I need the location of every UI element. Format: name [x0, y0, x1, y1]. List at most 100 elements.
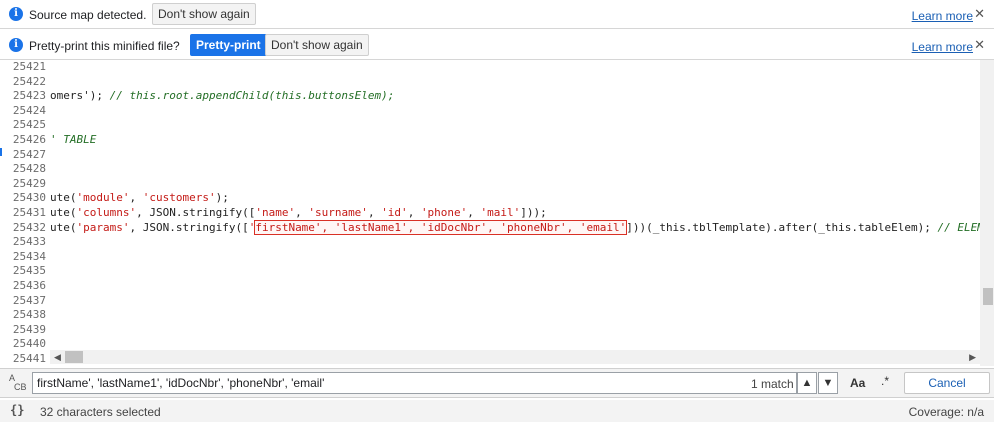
replace-toggle-icon[interactable]: A CB — [9, 374, 27, 392]
dont-show-again-button[interactable]: Don't show again — [265, 34, 369, 56]
line-number[interactable]: 25432 — [0, 221, 46, 236]
learn-more-link[interactable]: Learn more — [912, 9, 973, 23]
line-number[interactable]: 25428 — [0, 162, 46, 177]
line-number[interactable]: 25436 — [0, 279, 46, 294]
code-line[interactable]: 25433 — [0, 235, 980, 250]
code-line[interactable]: 25422 — [0, 75, 980, 90]
code-line[interactable]: 25439 — [0, 323, 980, 338]
scroll-left-icon[interactable]: ◀ — [54, 351, 61, 363]
line-number[interactable]: 25425 — [0, 118, 46, 133]
code-line[interactable]: 25432 ute('params', JSON.stringify(['firs… — [0, 219, 984, 236]
coverage-status: Coverage: n/a — [908, 405, 984, 419]
code-line[interactable]: 25426 ' TABLE — [0, 133, 980, 148]
code-line[interactable]: 25434 — [0, 250, 980, 265]
vertical-scrollbar[interactable] — [980, 60, 994, 366]
cancel-button[interactable]: Cancel — [904, 372, 990, 394]
line-number[interactable]: 25437 — [0, 294, 46, 309]
line-number[interactable]: 25441 — [0, 352, 46, 366]
code-token: , — [129, 191, 143, 205]
learn-more-link[interactable]: Learn more — [912, 40, 973, 54]
line-number[interactable]: 25433 — [0, 235, 46, 250]
code-text: ute('params', JSON.stringify(['firstName… — [50, 219, 984, 236]
match-count: 1 match — [751, 377, 794, 391]
regex-button[interactable]: .* — [881, 374, 889, 388]
close-icon[interactable]: ✕ — [974, 6, 985, 22]
search-input[interactable] — [32, 372, 797, 394]
line-number[interactable]: 25430 — [0, 191, 46, 206]
vertical-scroll-thumb[interactable] — [983, 288, 993, 305]
line-number[interactable]: 25423 — [0, 89, 46, 104]
line-number[interactable]: 25426 — [0, 133, 46, 148]
code-token: 'name' — [255, 206, 296, 219]
previous-match-button[interactable]: ▲ — [797, 372, 817, 394]
code-token: ])); — [520, 206, 547, 219]
line-number[interactable]: 25424 — [0, 104, 46, 119]
code-token: 'mail' — [480, 206, 521, 219]
code-token: , JSON.stringify([ — [129, 220, 249, 234]
code-text: omers'); // this.root.appendChild(this.b… — [50, 89, 394, 104]
source-map-message: Source map detected. — [29, 8, 147, 22]
code-token: 'phone' — [420, 206, 468, 219]
code-token: 'surname' — [308, 206, 368, 219]
next-match-button[interactable]: ▼ — [818, 372, 838, 394]
code-line[interactable]: 25423 omers'); // this.root.appendChild(t… — [0, 89, 980, 104]
code-line[interactable]: 25427 — [0, 148, 980, 163]
scroll-right-icon[interactable]: ▶ — [969, 351, 976, 363]
line-number[interactable]: 25427 — [0, 148, 46, 163]
code-line[interactable]: 25437 — [0, 294, 980, 309]
line-number[interactable]: 25431 — [0, 206, 46, 221]
search-match-highlight: firstName', 'lastName1', 'idDocNbr', 'ph… — [254, 219, 628, 235]
code-line[interactable]: 25428 — [0, 162, 980, 177]
horizontal-scrollbar[interactable]: ◀ ▶ — [50, 350, 980, 364]
line-number[interactable]: 25440 — [0, 337, 46, 352]
code-line[interactable]: 25431 ute('columns', JSON.stringify(['nam… — [0, 206, 980, 221]
close-icon[interactable]: ✕ — [974, 37, 985, 53]
code-text: ' TABLE — [50, 133, 96, 148]
code-text: ute('module', 'customers'); — [50, 191, 229, 206]
code-line[interactable]: 25429 — [0, 177, 980, 192]
code-token: // this.root.appendChild(this.buttonsEle… — [109, 89, 395, 103]
line-number[interactable]: 25438 — [0, 308, 46, 323]
line-number[interactable]: 25422 — [0, 75, 46, 90]
code-token: // ELEM — [937, 220, 984, 234]
code-line[interactable]: 25436 — [0, 279, 980, 294]
code-token: , — [295, 206, 309, 219]
code-line[interactable]: 25424 — [0, 104, 980, 119]
breakpoint-marker — [0, 148, 2, 156]
match-case-button[interactable]: Aa — [850, 376, 865, 390]
code-token: ' TABLE — [50, 133, 97, 146]
code-line[interactable]: 25425 — [0, 118, 980, 133]
code-line[interactable]: 25435 — [0, 264, 980, 279]
code-token: ]))(_this.tblTemplate).after(_this.table… — [626, 220, 938, 234]
status-bar: {} 32 characters selected Coverage: n/a — [0, 400, 994, 422]
line-number[interactable]: 25429 — [0, 177, 46, 192]
line-number[interactable]: 25421 — [0, 60, 46, 75]
pretty-print-infobar: i Pretty-print this minified file? Prett… — [0, 31, 994, 60]
code-line[interactable]: 25438 — [0, 308, 980, 323]
pretty-print-button[interactable]: Pretty-print — [190, 34, 267, 56]
code-token: ute( — [50, 220, 77, 234]
code-editor[interactable]: 25421 25422 25423 omers'); // this.root.app… — [0, 60, 994, 366]
info-icon: i — [9, 38, 23, 52]
code-token: 'module' — [76, 191, 130, 205]
selection-status: 32 characters selected — [40, 405, 161, 419]
line-number[interactable]: 25435 — [0, 264, 46, 279]
pretty-print-braces-icon[interactable]: {} — [10, 403, 24, 417]
code-token: ute( — [50, 206, 77, 219]
code-text: ute('columns', JSON.stringify(['name', '… — [50, 206, 547, 221]
code-line[interactable]: 25421 — [0, 60, 980, 75]
source-map-infobar: i Source map detected. Don't show again … — [0, 0, 994, 29]
line-number[interactable]: 25439 — [0, 323, 46, 338]
dont-show-again-button[interactable]: Don't show again — [152, 3, 256, 25]
search-bar: A CB 1 match ▲ ▼ Aa .* Cancel — [0, 368, 994, 398]
code-token: , — [467, 206, 481, 219]
code-line[interactable]: 25430 ute('module', 'customers'); — [0, 191, 980, 206]
code-token: 'id' — [381, 206, 408, 219]
horizontal-scroll-thumb[interactable] — [65, 351, 83, 363]
pretty-print-message: Pretty-print this minified file? — [29, 39, 180, 53]
line-number[interactable]: 25434 — [0, 250, 46, 265]
code-token: 'params' — [76, 220, 130, 234]
code-token: , JSON.stringify([ — [136, 206, 256, 219]
code-token: ute( — [50, 191, 77, 205]
info-icon: i — [9, 7, 23, 21]
